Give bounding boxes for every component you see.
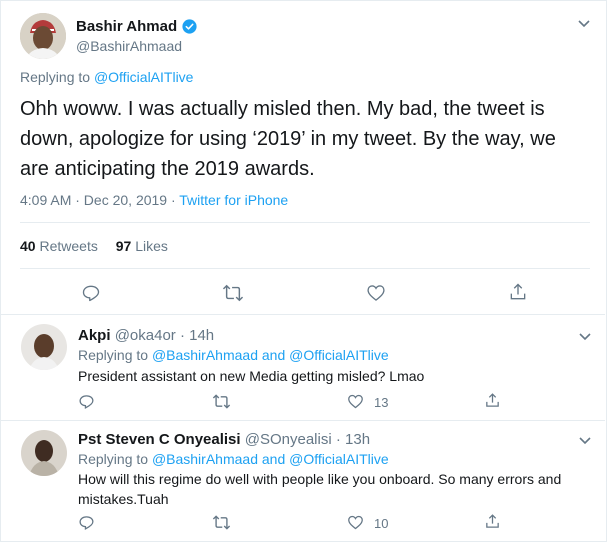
replying-to: Replying to @OfficialAITlive [20,69,193,85]
replying-to-link[interactable]: @OfficialAITlive [94,69,194,85]
share-icon[interactable] [484,392,501,409]
like-icon[interactable] [347,393,364,410]
avatar[interactable] [21,324,67,370]
reply-handle[interactable]: @SOnyealisi [245,431,332,448]
reply-display-name[interactable]: Akpi [78,327,111,344]
divider [0,420,605,421]
divider [20,222,590,223]
like-count: 10 [374,516,389,531]
reply-replying-to: Replying to @BashirAhmaad and @OfficialA… [78,347,389,363]
replying-to-link[interactable]: @BashirAhmaad and @OfficialAITlive [152,451,389,467]
share-icon[interactable] [508,282,528,302]
retweet-icon[interactable] [222,283,244,303]
reply-text: How will this regime do well with people… [78,471,562,507]
replying-to-link[interactable]: @BashirAhmaad and @OfficialAITlive [152,347,389,363]
avatar[interactable] [20,13,66,59]
reply-time[interactable]: · 14h [180,327,214,344]
author-name[interactable]: Bashir Ahmad [76,18,198,35]
reply-handle[interactable]: @oka4or [115,327,176,344]
replying-prefix: Replying to [20,69,91,85]
reply-replying-to: Replying to @BashirAhmaad and @OfficialA… [78,451,389,467]
reply-icon[interactable] [81,283,101,303]
reply-text: President assistant on new Media getting… [78,368,425,384]
reply-icon[interactable] [78,393,95,410]
reply-display-name[interactable]: Pst Steven C Onyealisi [78,431,241,448]
verified-badge-icon [182,19,197,34]
share-icon[interactable] [484,513,501,530]
reply-time[interactable]: · 13h [336,431,370,448]
avatar[interactable] [21,430,67,476]
like-icon[interactable] [347,514,364,531]
tweet-meta: 4:09 AM · Dec 20, 2019 · Twitter for iPh… [20,192,288,208]
reply-author: Akpi @oka4or · 14h [78,327,214,344]
tweet-stats: 40 Retweets 97 Likes [20,238,168,254]
reply-author: Pst Steven C Onyealisi @SOnyealisi · 13h [78,431,370,448]
author-handle[interactable]: @BashirAhmaad [76,38,198,54]
retweets-stat[interactable]: 40 Retweets [20,238,98,254]
main-tweet-header: Bashir Ahmad @BashirAhmaad [20,13,198,59]
reply-icon[interactable] [78,514,95,531]
author-display-name[interactable]: Bashir Ahmad [76,18,177,35]
chevron-down-icon[interactable] [577,19,591,29]
tweet-source-link[interactable]: Twitter for iPhone [179,192,288,208]
chevron-down-icon[interactable] [578,332,592,342]
tweet-text: Ohh woww. I was actually misled then. My… [20,98,556,180]
like-icon[interactable] [366,283,386,303]
divider [20,268,590,269]
chevron-down-icon[interactable] [578,436,592,446]
likes-stat[interactable]: 97 Likes [116,238,168,254]
divider [0,314,605,315]
retweet-icon[interactable] [212,393,231,410]
retweet-icon[interactable] [212,514,231,531]
like-count: 13 [374,395,389,410]
tweet-timestamp[interactable]: 4:09 AM · Dec 20, 2019 · [20,192,176,208]
